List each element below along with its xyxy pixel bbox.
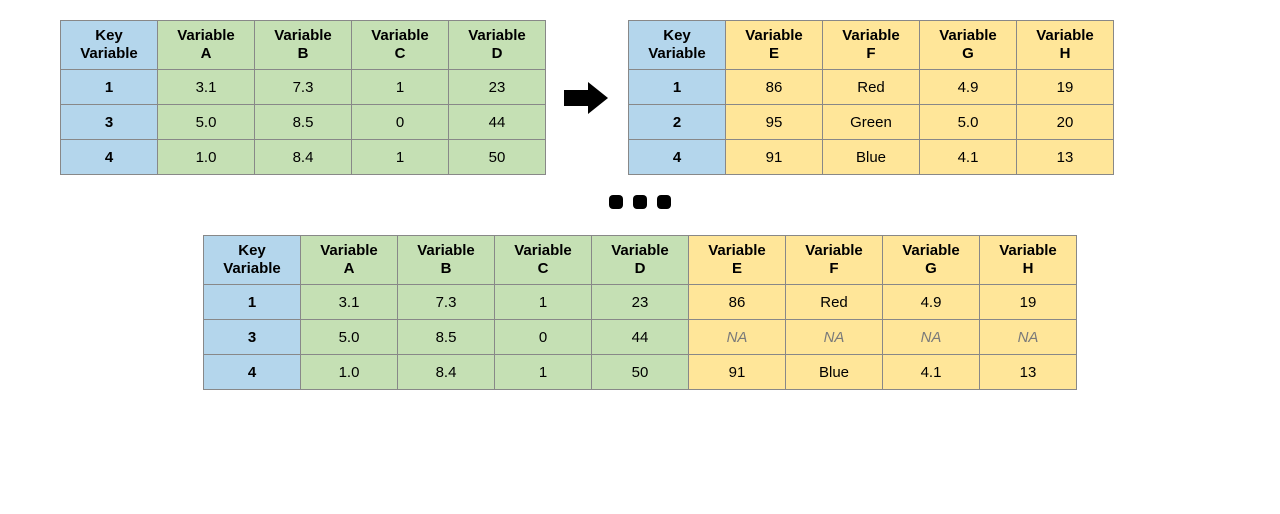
cell: 8.4 xyxy=(398,355,495,390)
cell: 23 xyxy=(592,285,689,320)
cell: 7.3 xyxy=(398,285,495,320)
col-d: VariableD xyxy=(449,21,546,70)
cell: 5.0 xyxy=(158,105,255,140)
col-g: VariableG xyxy=(920,21,1017,70)
table-row: 1 3.1 7.3 1 23 xyxy=(61,70,546,105)
cell: 4.9 xyxy=(920,70,1017,105)
cell-key: 2 xyxy=(629,105,726,140)
cell: 19 xyxy=(980,285,1077,320)
table-row: 2 95 Green 5.0 20 xyxy=(629,105,1114,140)
col-e: VariableE xyxy=(726,21,823,70)
table-header-row: KeyVariable VariableE VariableF Variable… xyxy=(629,21,1114,70)
cell: 5.0 xyxy=(920,105,1017,140)
cell: Red xyxy=(786,285,883,320)
col-key: KeyVariable xyxy=(61,21,158,70)
cell-key: 3 xyxy=(61,105,158,140)
cell: 4.1 xyxy=(883,355,980,390)
cell: 50 xyxy=(592,355,689,390)
joined-table: KeyVariable VariableA VariableB Variable… xyxy=(203,235,1077,390)
cell-na: NA xyxy=(786,320,883,355)
cell: Red xyxy=(823,70,920,105)
cell-key: 4 xyxy=(629,140,726,175)
col-e: VariableE xyxy=(689,236,786,285)
bottom-row: KeyVariable VariableA VariableB Variable… xyxy=(60,235,1220,390)
col-c: VariableC xyxy=(352,21,449,70)
col-b: VariableB xyxy=(255,21,352,70)
col-g: VariableG xyxy=(883,236,980,285)
cell-na: NA xyxy=(980,320,1077,355)
cell-key: 1 xyxy=(204,285,301,320)
col-key: KeyVariable xyxy=(629,21,726,70)
cell-na: NA xyxy=(883,320,980,355)
cell-key: 4 xyxy=(204,355,301,390)
cell: 50 xyxy=(449,140,546,175)
table-row: 1 86 Red 4.9 19 xyxy=(629,70,1114,105)
cell: Green xyxy=(823,105,920,140)
cell: 13 xyxy=(980,355,1077,390)
cell: 1 xyxy=(352,70,449,105)
cell: 44 xyxy=(449,105,546,140)
col-h: VariableH xyxy=(980,236,1077,285)
cell: 3.1 xyxy=(301,285,398,320)
table-row: 1 3.1 7.3 1 23 86 Red 4.9 19 xyxy=(204,285,1077,320)
cell: 8.5 xyxy=(255,105,352,140)
cell: 23 xyxy=(449,70,546,105)
cell: Blue xyxy=(786,355,883,390)
col-key: KeyVariable xyxy=(204,236,301,285)
cell: 86 xyxy=(726,70,823,105)
cell: 3.1 xyxy=(158,70,255,105)
cell: 13 xyxy=(1017,140,1114,175)
cell: 8.4 xyxy=(255,140,352,175)
top-row: KeyVariable VariableA VariableB Variable… xyxy=(60,20,1220,175)
cell: 7.3 xyxy=(255,70,352,105)
cell-na: NA xyxy=(689,320,786,355)
cell: 91 xyxy=(726,140,823,175)
cell: 19 xyxy=(1017,70,1114,105)
arrow-right-icon xyxy=(564,80,610,116)
table-row: 4 91 Blue 4.1 13 xyxy=(629,140,1114,175)
left-table: KeyVariable VariableA VariableB Variable… xyxy=(60,20,546,175)
table-row: 3 5.0 8.5 0 44 xyxy=(61,105,546,140)
cell: 0 xyxy=(495,320,592,355)
cell: 20 xyxy=(1017,105,1114,140)
cell-key: 3 xyxy=(204,320,301,355)
col-a: VariableA xyxy=(301,236,398,285)
col-f: VariableF xyxy=(786,236,883,285)
cell: 0 xyxy=(352,105,449,140)
cell: 91 xyxy=(689,355,786,390)
cell: 5.0 xyxy=(301,320,398,355)
cell-key: 1 xyxy=(629,70,726,105)
right-table: KeyVariable VariableE VariableF Variable… xyxy=(628,20,1114,175)
cell-key: 1 xyxy=(61,70,158,105)
cell: Blue xyxy=(823,140,920,175)
cell: 1.0 xyxy=(158,140,255,175)
table-header-row: KeyVariable VariableA VariableB Variable… xyxy=(204,236,1077,285)
cell: 8.5 xyxy=(398,320,495,355)
cell: 4.9 xyxy=(883,285,980,320)
cell-key: 4 xyxy=(61,140,158,175)
col-c: VariableC xyxy=(495,236,592,285)
cell: 86 xyxy=(689,285,786,320)
cell: 95 xyxy=(726,105,823,140)
col-a: VariableA xyxy=(158,21,255,70)
col-f: VariableF xyxy=(823,21,920,70)
cell: 4.1 xyxy=(920,140,1017,175)
col-b: VariableB xyxy=(398,236,495,285)
col-h: VariableH xyxy=(1017,21,1114,70)
cell: 1.0 xyxy=(301,355,398,390)
table-row: 4 1.0 8.4 1 50 xyxy=(61,140,546,175)
cell: 44 xyxy=(592,320,689,355)
ellipsis-icon xyxy=(60,195,1220,213)
table-header-row: KeyVariable VariableA VariableB Variable… xyxy=(61,21,546,70)
cell: 1 xyxy=(352,140,449,175)
cell: 1 xyxy=(495,355,592,390)
table-row: 4 1.0 8.4 1 50 91 Blue 4.1 13 xyxy=(204,355,1077,390)
cell: 1 xyxy=(495,285,592,320)
table-row: 3 5.0 8.5 0 44 NA NA NA NA xyxy=(204,320,1077,355)
col-d: VariableD xyxy=(592,236,689,285)
